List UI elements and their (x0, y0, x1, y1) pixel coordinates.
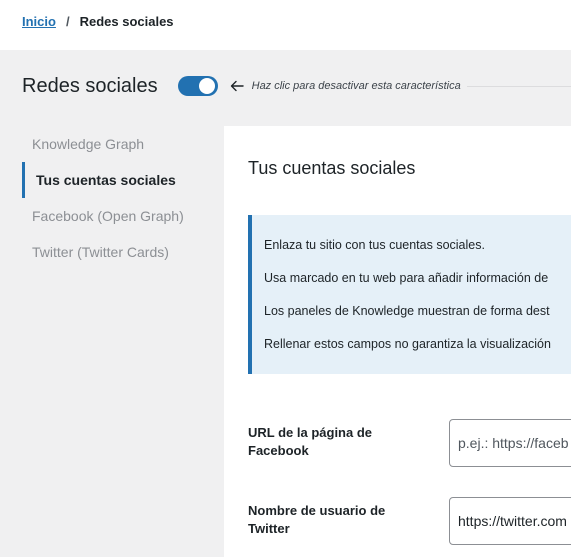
breadcrumb: Inicio / Redes sociales (22, 14, 174, 29)
facebook-url-label: URL de la página de Facebook (248, 425, 373, 458)
main-panel: Tus cuentas sociales Enlaza tu sitio con… (224, 126, 571, 557)
breadcrumb-separator: / (65, 14, 70, 29)
header-divider (466, 85, 571, 87)
facebook-url-input[interactable] (449, 419, 571, 467)
sidebar-nav: Knowledge Graph Tus cuentas sociales Fac… (22, 126, 224, 270)
sidebar-item-social-accounts[interactable]: Tus cuentas sociales (22, 162, 224, 198)
arrow-left-icon (230, 80, 244, 92)
sidebar-item-facebook[interactable]: Facebook (Open Graph) (22, 198, 224, 234)
notice-line: Usa marcado en tu web para añadir inform… (264, 271, 549, 285)
section-title: Tus cuentas sociales (248, 158, 416, 178)
breadcrumb-home-link[interactable]: Inicio (22, 14, 56, 29)
feature-toggle[interactable] (177, 76, 218, 96)
breadcrumb-current: Redes sociales (79, 14, 174, 29)
notice-line: Rellenar estos campos no garantiza la vi… (264, 337, 551, 351)
twitter-username-input[interactable] (449, 497, 571, 545)
sidebar-item-twitter[interactable]: Twitter (Twitter Cards) (22, 234, 224, 270)
top-bar: Inicio / Redes sociales (0, 0, 571, 50)
twitter-username-label: Nombre de usuario de Twitter (248, 503, 386, 536)
notice-line: Enlaza tu sitio con tus cuentas sociales… (264, 238, 485, 252)
info-notice: Enlaza tu sitio con tus cuentas sociales… (248, 215, 571, 374)
page-header: Redes sociales Haz clic para desactivar … (22, 73, 571, 99)
sidebar-item-knowledge-graph[interactable]: Knowledge Graph (22, 126, 224, 162)
page-title: Redes sociales (22, 74, 158, 97)
toggle-knob (198, 78, 215, 94)
notice-line: Los paneles de Knowledge muestran de for… (264, 304, 550, 318)
toggle-hint: Haz clic para desactivar esta caracterís… (251, 80, 461, 92)
